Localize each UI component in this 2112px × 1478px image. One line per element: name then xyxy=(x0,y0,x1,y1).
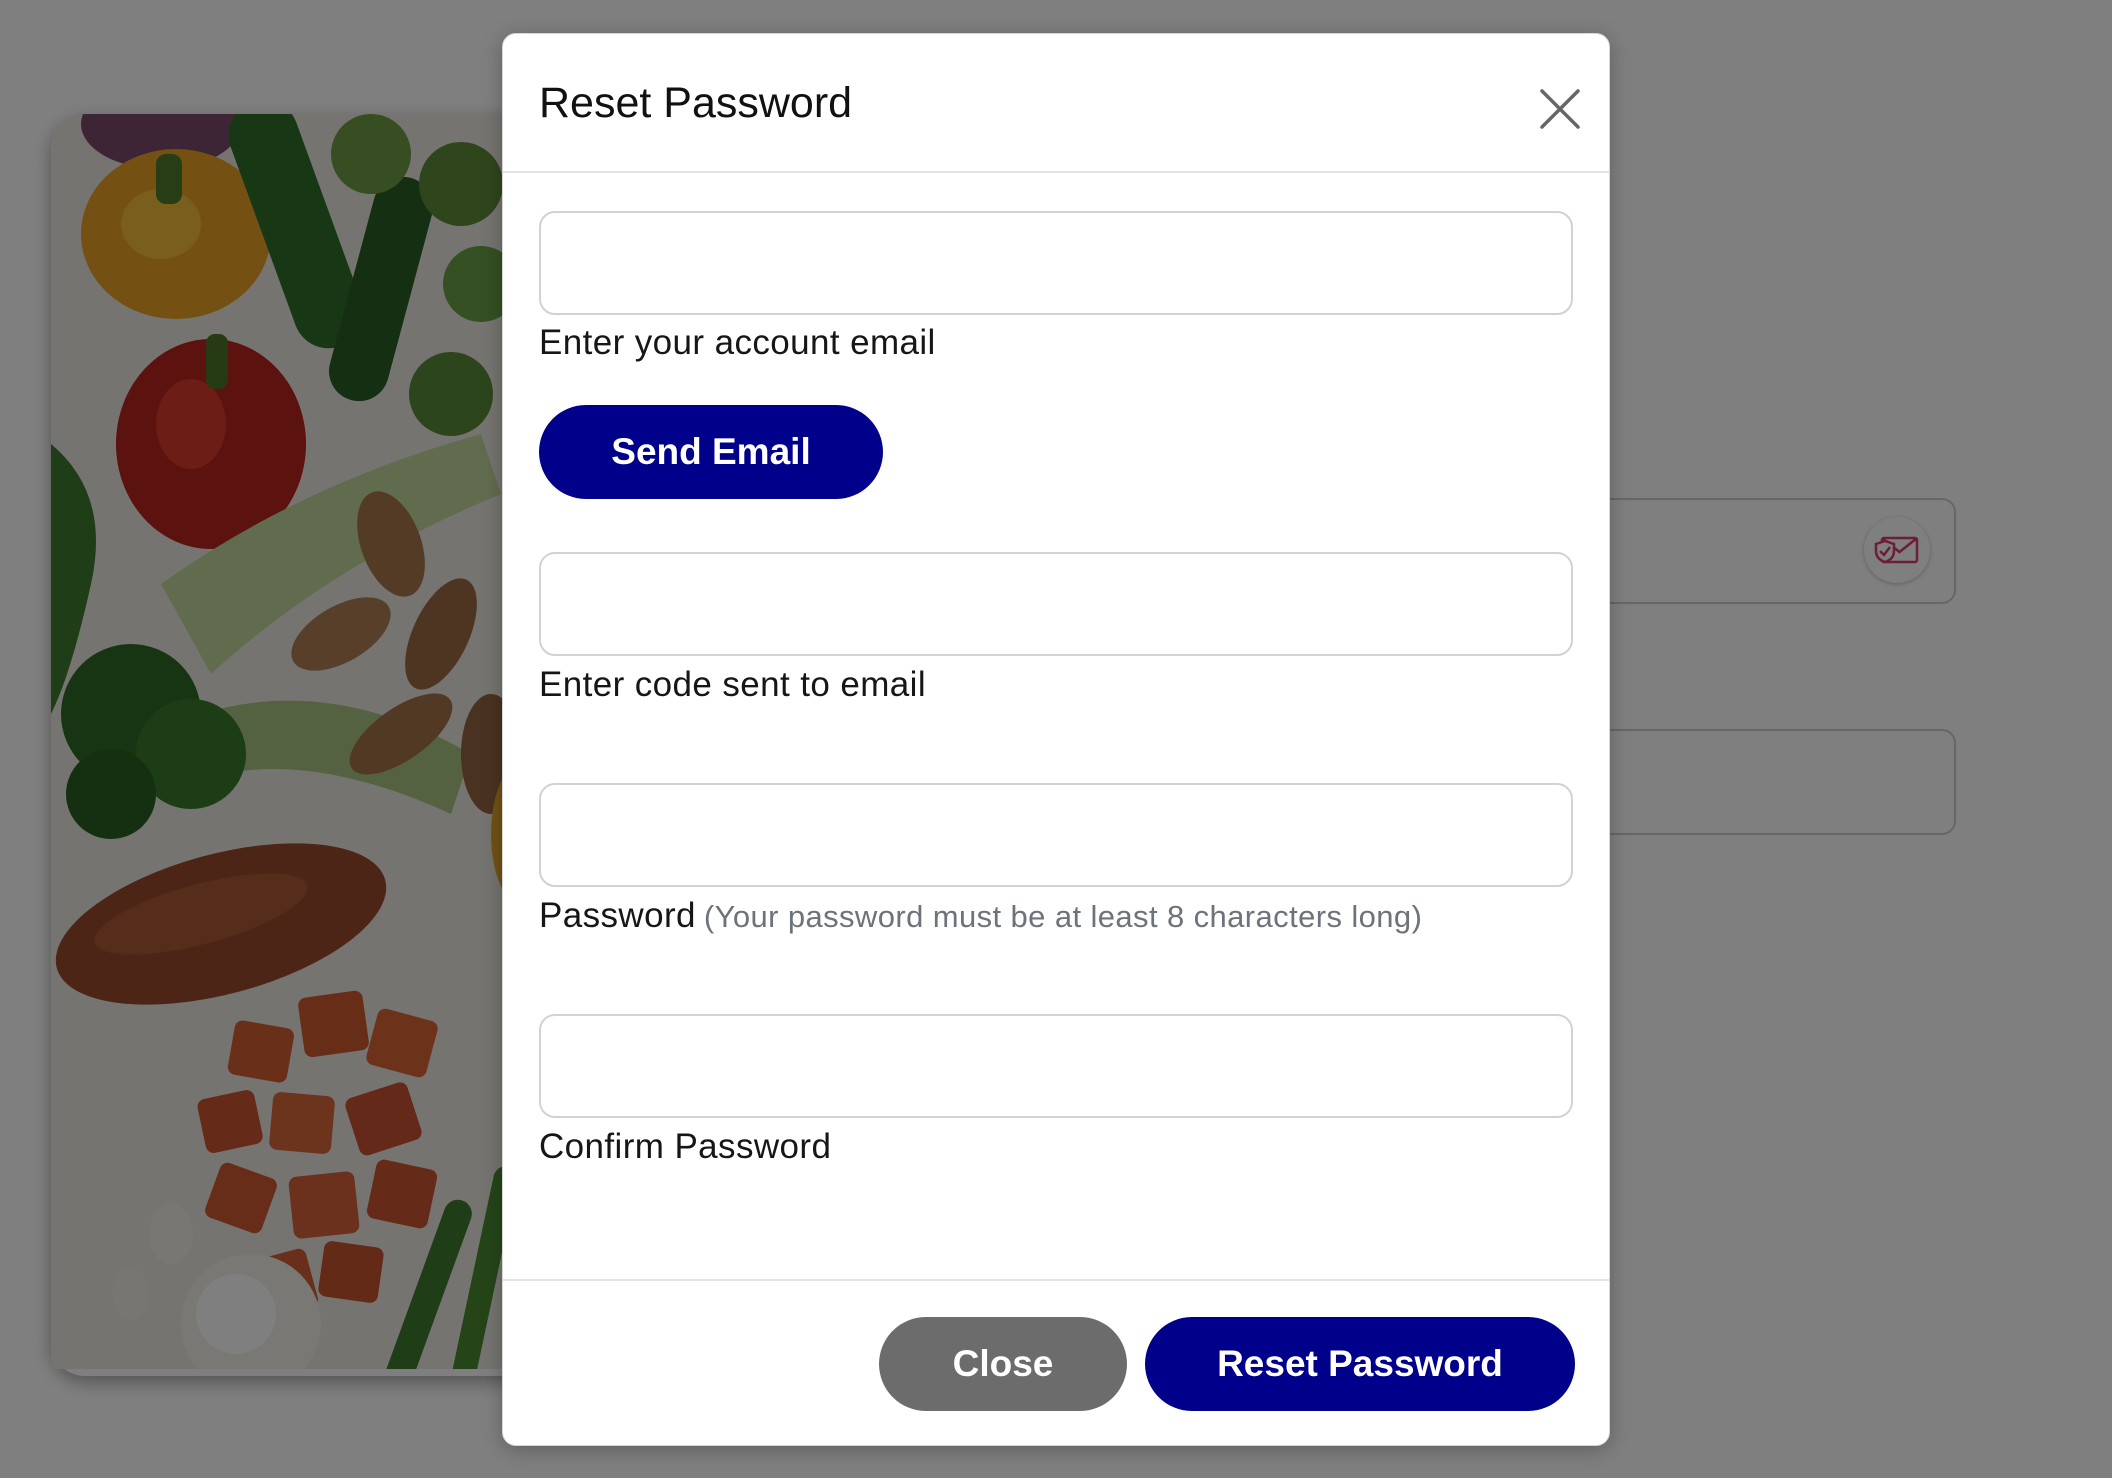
close-button[interactable]: Close xyxy=(879,1317,1127,1411)
close-icon[interactable] xyxy=(1533,82,1587,136)
modal-title: Reset Password xyxy=(539,79,853,127)
password-label: Password (Your password must be at least … xyxy=(539,896,1422,936)
account-email-input[interactable] xyxy=(539,211,1573,315)
reset-password-modal: Reset Password Enter your account email … xyxy=(502,33,1610,1446)
password-input[interactable] xyxy=(539,783,1573,887)
account-email-label: Enter your account email xyxy=(539,323,936,362)
send-email-button[interactable]: Send Email xyxy=(539,405,883,499)
reset-password-button[interactable]: Reset Password xyxy=(1145,1317,1575,1411)
email-code-input[interactable] xyxy=(539,552,1573,656)
email-code-label: Enter code sent to email xyxy=(539,665,927,704)
password-label-text: Password xyxy=(539,896,696,935)
confirm-password-input[interactable] xyxy=(539,1014,1573,1118)
modal-header: Reset Password xyxy=(503,34,1609,173)
password-hint: (Your password must be at least 8 charac… xyxy=(703,899,1423,934)
confirm-password-label: Confirm Password xyxy=(539,1127,832,1166)
